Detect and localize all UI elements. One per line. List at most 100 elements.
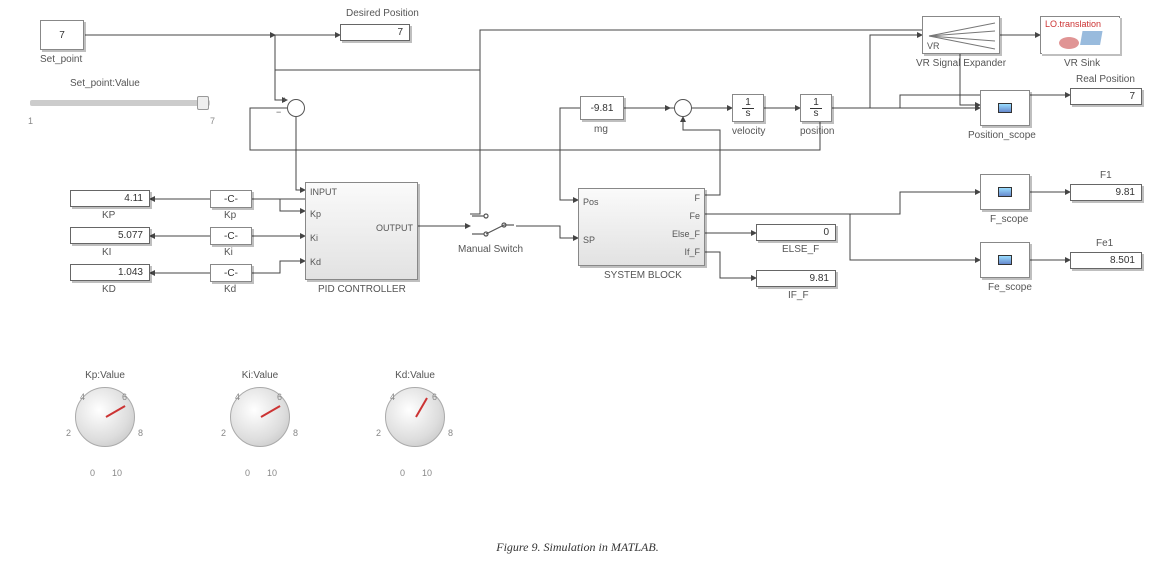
vr-expander-tag: VR	[927, 41, 940, 51]
slider-label: Set_point:Value	[70, 78, 140, 89]
scope-icon	[998, 255, 1012, 265]
scope-icon	[998, 187, 1012, 197]
kd-display-label: KD	[102, 284, 116, 295]
slider-track	[30, 100, 210, 106]
vr-sink[interactable]: LO.translation	[1040, 16, 1120, 54]
sys-port-iff: If_F	[684, 247, 700, 257]
setpoint-value: 7	[59, 30, 65, 41]
pid-port-input: INPUT	[310, 187, 337, 197]
kd-tick-0: 0	[400, 468, 405, 478]
kd-knob[interactable]: Kd:Value 0 2 4 6 8 10	[370, 370, 460, 447]
wires	[0, 0, 1155, 583]
pointer-icon	[106, 405, 126, 418]
integrator-den-1: s	[743, 109, 754, 119]
fe-scope-label: Fe_scope	[988, 282, 1032, 293]
mg-label: mg	[594, 124, 608, 135]
sys-port-f: F	[695, 193, 701, 203]
kd-tick-8: 8	[448, 428, 453, 438]
ki-constant-value: -C-	[224, 231, 238, 242]
desired-position-value: 7	[397, 27, 403, 38]
real-position-value: 7	[1129, 91, 1135, 102]
simulink-canvas: 7 Set_point Desired Position 7 Set_point…	[0, 0, 1155, 583]
slider-thumb[interactable]	[197, 96, 209, 110]
setpoint-slider[interactable]	[30, 100, 210, 106]
ki-knob[interactable]: Ki:Value 0 2 4 6 8 10	[215, 370, 305, 447]
kd-constant-value: -C-	[224, 268, 238, 279]
iff-value: 9.81	[810, 273, 829, 284]
kp-tick-8: 8	[138, 428, 143, 438]
ki-display: 5.077	[70, 227, 150, 244]
ki-tick-10: 10	[267, 468, 277, 478]
f1-title: F1	[1100, 170, 1112, 181]
elsef-display: 0	[756, 224, 836, 241]
figure-caption: Figure 9. Simulation in MATLAB.	[0, 540, 1155, 555]
elsef-value: 0	[823, 227, 829, 238]
kp-tick-4: 4	[80, 392, 85, 402]
ki-display-label: KI	[102, 247, 111, 258]
kp-tick-0: 0	[90, 468, 95, 478]
position-scope-label: Position_scope	[968, 130, 1036, 141]
vr-signal-expander[interactable]: VR	[922, 16, 1000, 54]
ki-tick-8: 8	[293, 428, 298, 438]
ki-tick-0: 0	[245, 468, 250, 478]
position-integrator[interactable]: 1 s	[800, 94, 832, 122]
pid-port-kd: Kd	[310, 257, 321, 267]
kp-tick-10: 10	[112, 468, 122, 478]
kp-constant-label: Kp	[224, 210, 236, 221]
sum-force[interactable]	[674, 99, 692, 117]
integrator-num-2: 1	[810, 98, 822, 109]
mg-value: -9.81	[591, 103, 614, 114]
scope-icon	[998, 103, 1012, 113]
sum-minus-icon: −	[276, 107, 281, 117]
kp-tick-6: 6	[122, 392, 127, 402]
slider-min: 1	[28, 116, 33, 126]
kd-tick-2: 2	[376, 428, 381, 438]
sys-port-elsef: Else_F	[672, 229, 700, 239]
kp-knob[interactable]: Kp:Value 0 2 4 6 8 10	[60, 370, 150, 447]
manual-switch[interactable]	[470, 210, 516, 240]
setpoint-label: Set_point	[40, 54, 82, 65]
kd-display: 1.043	[70, 264, 150, 281]
f-scope[interactable]	[980, 174, 1030, 210]
pointer-icon	[261, 405, 281, 418]
fe-scope[interactable]	[980, 242, 1030, 278]
ki-constant[interactable]: -C-	[210, 227, 252, 245]
sys-port-fe: Fe	[689, 211, 700, 221]
ki-tick-6: 6	[277, 392, 282, 402]
mg-constant[interactable]: -9.81	[580, 96, 624, 120]
kp-constant-value: -C-	[224, 194, 238, 205]
ki-tick-2: 2	[221, 428, 226, 438]
iff-label: IF_F	[788, 290, 809, 301]
kd-constant[interactable]: -C-	[210, 264, 252, 282]
pid-controller-block[interactable]: INPUT Kp Ki Kd OUTPUT	[305, 182, 418, 280]
position-scope[interactable]	[980, 90, 1030, 126]
desired-position-display: 7	[340, 24, 410, 41]
pointer-icon	[415, 397, 428, 417]
real-position-title: Real Position	[1076, 74, 1135, 85]
ki-display-value: 5.077	[118, 230, 143, 241]
ki-knob-label: Ki:Value	[215, 370, 305, 381]
kp-tick-2: 2	[66, 428, 71, 438]
position-label: position	[800, 126, 834, 137]
pid-port-kp: Kp	[310, 209, 321, 219]
sys-port-pos: Pos	[583, 197, 599, 207]
velocity-label: velocity	[732, 126, 765, 137]
kd-display-value: 1.043	[118, 267, 143, 278]
velocity-integrator[interactable]: 1 s	[732, 94, 764, 122]
f1-value: 9.81	[1116, 187, 1135, 198]
sum-error[interactable]	[287, 99, 305, 117]
kp-display-label: KP	[102, 210, 115, 221]
iff-display: 9.81	[756, 270, 836, 287]
kp-display-value: 4.11	[124, 193, 143, 204]
manual-switch-label: Manual Switch	[458, 244, 523, 255]
kd-knob-label: Kd:Value	[370, 370, 460, 381]
real-position-display: 7	[1070, 88, 1142, 105]
f1-display: 9.81	[1070, 184, 1142, 201]
system-block[interactable]: Pos SP F Fe Else_F If_F	[578, 188, 705, 266]
setpoint-constant[interactable]: 7	[40, 20, 84, 50]
kd-tick-4: 4	[390, 392, 395, 402]
elsef-label: ELSE_F	[782, 244, 819, 255]
sys-port-sp: SP	[583, 235, 595, 245]
kp-constant[interactable]: -C-	[210, 190, 252, 208]
f-scope-label: F_scope	[990, 214, 1028, 225]
